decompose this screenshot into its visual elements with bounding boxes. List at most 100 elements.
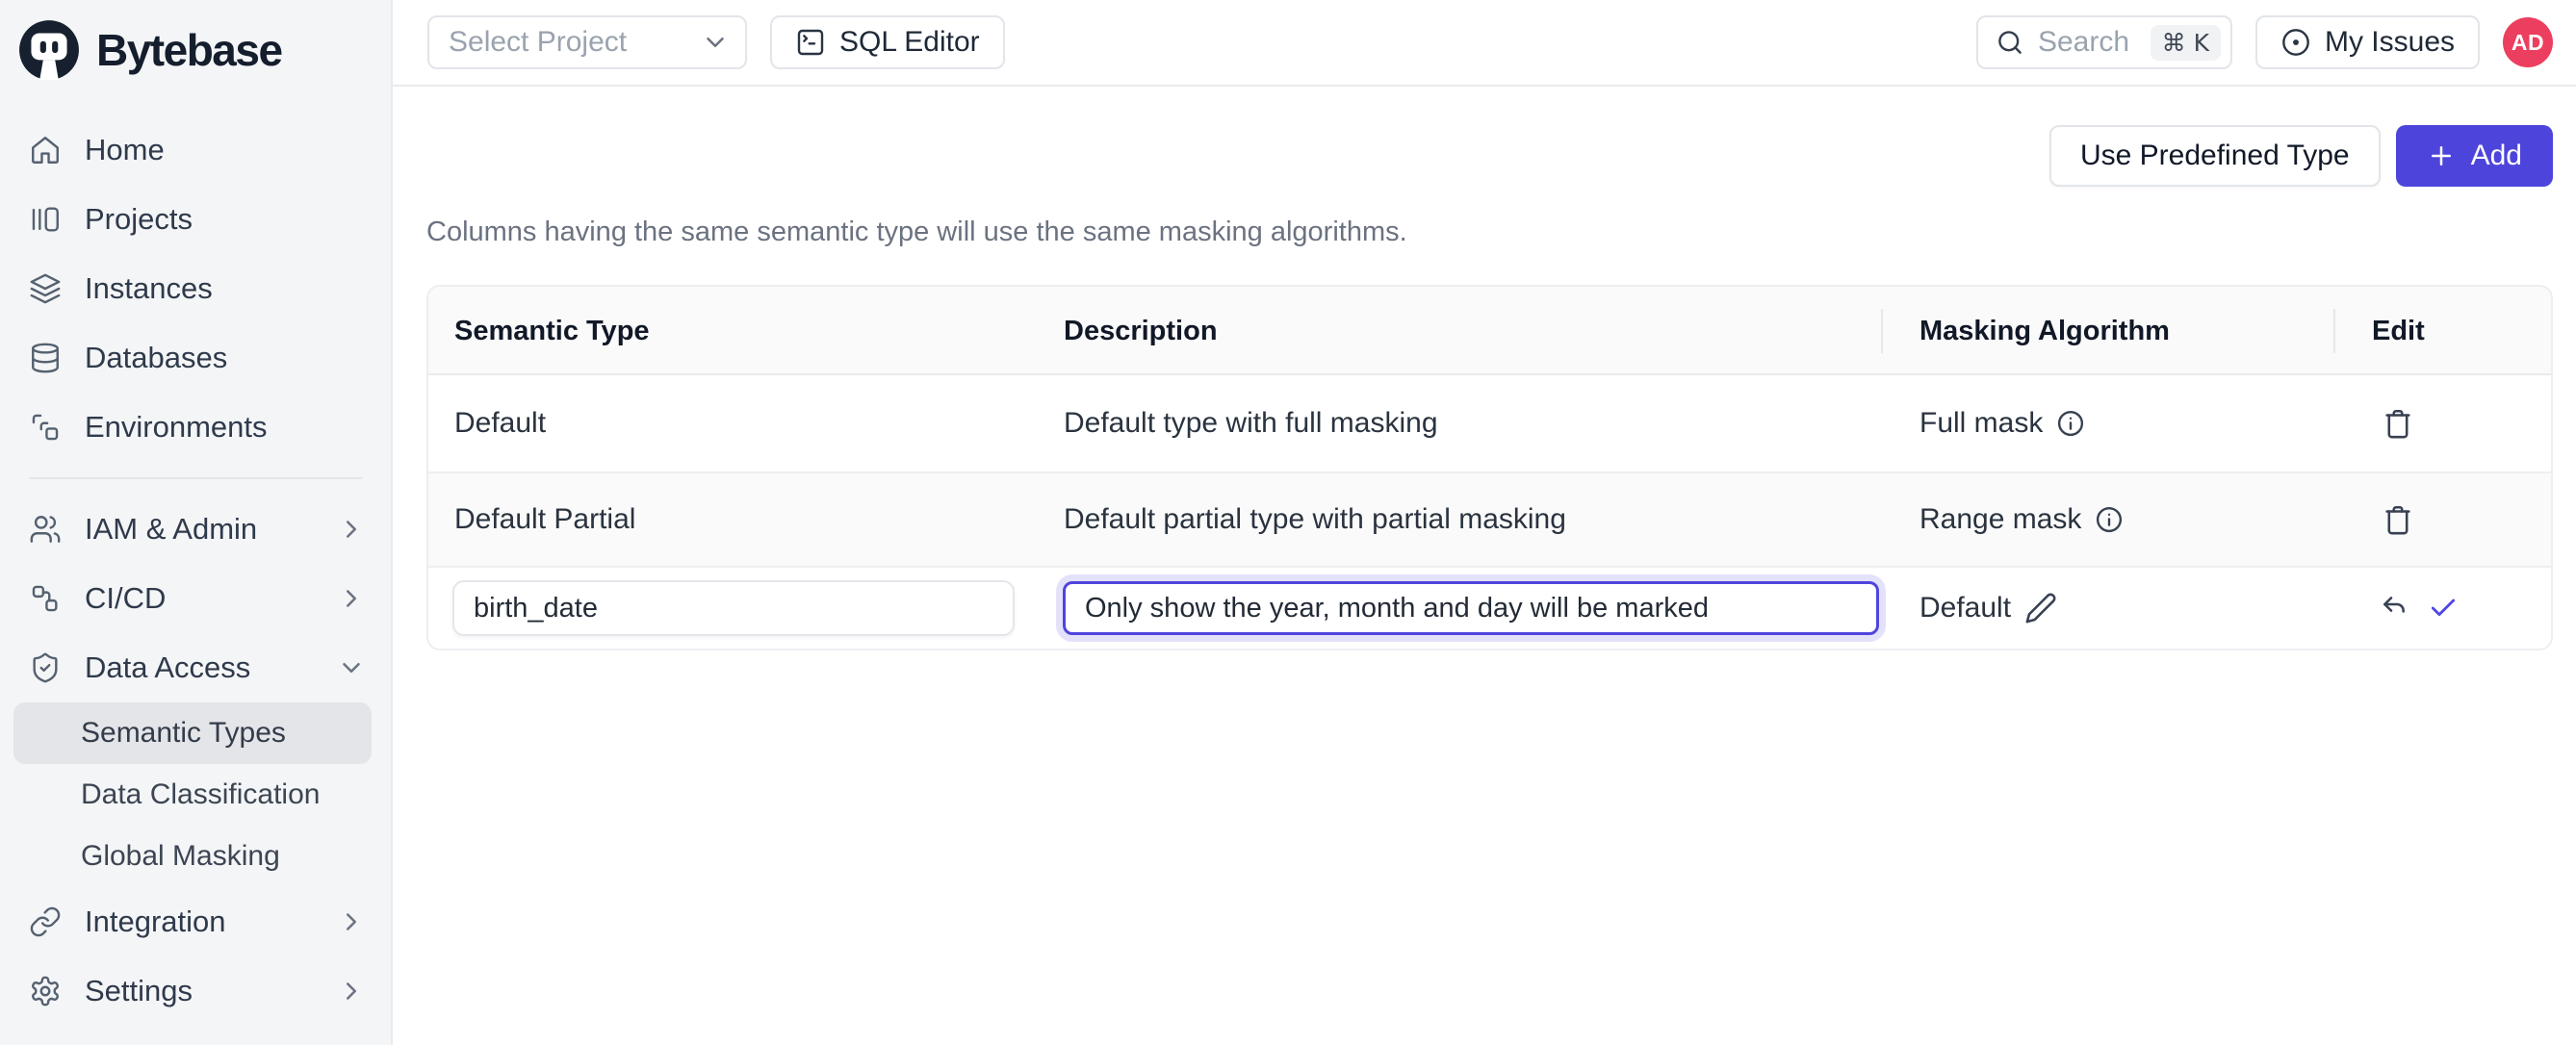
column-header-semantic-type: Semantic Type — [428, 287, 1038, 375]
sidebar-item-databases[interactable]: Databases — [0, 323, 391, 393]
table-row: Default Default type with full masking F… — [428, 375, 2551, 472]
column-header-masking-algorithm: Masking Algorithm — [1881, 287, 2333, 375]
link-icon — [29, 905, 62, 938]
main-area: Select Project SQL Editor Search ⌘ K My … — [393, 0, 2576, 1045]
avatar[interactable]: AD — [2503, 17, 2553, 67]
info-icon[interactable] — [2095, 505, 2124, 534]
avatar-initials: AD — [2512, 30, 2544, 56]
gear-icon — [29, 975, 62, 1007]
semantic-type-cell — [428, 580, 1038, 636]
topbar: Select Project SQL Editor Search ⌘ K My … — [393, 0, 2576, 87]
search-icon — [1996, 28, 2024, 57]
chevron-right-icon — [337, 515, 366, 544]
brand-logo[interactable]: Bytebase — [0, 13, 391, 87]
semantic-type-cell: Default — [428, 407, 1038, 440]
table-header-row: Semantic Type Description Masking Algori… — [428, 287, 2551, 375]
sql-editor-button[interactable]: SQL Editor — [770, 15, 1005, 69]
circle-dot-icon — [2280, 27, 2311, 58]
shield-check-icon — [29, 651, 62, 684]
confirm-button[interactable] — [2428, 593, 2459, 624]
chevron-right-icon — [337, 907, 366, 936]
sidebar: Bytebase Home Projects Instances Databas… — [0, 0, 393, 1045]
chevron-down-icon — [701, 28, 730, 57]
home-icon — [29, 134, 62, 166]
info-icon[interactable] — [2056, 409, 2085, 438]
plus-icon — [2427, 141, 2456, 170]
column-header-description: Description — [1038, 287, 1881, 375]
sidebar-item-label: CI/CD — [85, 581, 314, 616]
sql-editor-label: SQL Editor — [839, 26, 980, 59]
sidebar-subitem-label: Semantic Types — [81, 717, 286, 750]
edit-cell — [2333, 593, 2551, 624]
sidebar-item-global-masking[interactable]: Global Masking — [13, 826, 372, 887]
page-subtitle: Columns having the same semantic type wi… — [426, 216, 2553, 248]
sidebar-item-projects[interactable]: Projects — [0, 185, 391, 254]
description-cell — [1038, 581, 1881, 635]
sidebar-item-semantic-types[interactable]: Semantic Types — [13, 702, 372, 764]
project-select-dropdown[interactable]: Select Project — [427, 15, 747, 69]
masking-algorithm-cell: Full mask — [1881, 407, 2333, 440]
sidebar-item-cicd[interactable]: CI/CD — [0, 564, 391, 633]
sidebar-item-label: Projects — [85, 202, 366, 237]
masking-algorithm-cell: Range mask — [1881, 503, 2333, 536]
masking-algorithm-label: Range mask — [1919, 503, 2081, 536]
workflow-icon — [29, 582, 62, 615]
table-row: Default Partial Default partial type wit… — [428, 472, 2551, 566]
search-placeholder: Search — [2038, 26, 2137, 59]
chevron-right-icon — [337, 977, 366, 1006]
edit-cell — [2333, 503, 2551, 536]
undo-icon — [2380, 593, 2410, 624]
delete-button[interactable] — [2382, 503, 2414, 536]
environments-icon — [29, 411, 62, 444]
database-icon — [29, 342, 62, 374]
sidebar-item-data-classification[interactable]: Data Classification — [13, 764, 372, 826]
use-predefined-type-label: Use Predefined Type — [2080, 140, 2350, 172]
sidebar-item-label: Settings — [85, 974, 314, 1008]
sidebar-item-environments[interactable]: Environments — [0, 393, 391, 462]
sidebar-divider — [29, 477, 362, 479]
search-input[interactable]: Search ⌘ K — [1976, 15, 2232, 69]
project-select-placeholder: Select Project — [449, 26, 701, 59]
sidebar-subitem-label: Global Masking — [81, 840, 280, 873]
search-shortcut-badge: ⌘ K — [2151, 25, 2221, 61]
sidebar-item-label: Environments — [85, 410, 366, 445]
pencil-icon — [2024, 592, 2057, 624]
trash-icon — [2382, 503, 2414, 536]
edit-masking-algorithm-button[interactable] — [2024, 592, 2057, 624]
semantic-type-input[interactable] — [452, 580, 1015, 636]
trash-icon — [2382, 407, 2414, 440]
sidebar-item-iam-admin[interactable]: IAM & Admin — [0, 495, 391, 564]
description-cell: Default partial type with partial maskin… — [1038, 503, 1881, 536]
description-input[interactable] — [1063, 581, 1879, 635]
my-issues-button[interactable]: My Issues — [2255, 15, 2480, 69]
sidebar-item-label: Databases — [85, 341, 366, 375]
sidebar-item-label: Data Access — [85, 650, 314, 685]
sidebar-item-instances[interactable]: Instances — [0, 254, 391, 323]
column-header-edit: Edit — [2333, 287, 2551, 375]
app-window: Bytebase Home Projects Instances Databas… — [0, 0, 2576, 1045]
use-predefined-type-button[interactable]: Use Predefined Type — [2049, 125, 2381, 187]
sidebar-item-data-access[interactable]: Data Access — [0, 633, 391, 702]
sidebar-item-label: Instances — [85, 271, 366, 306]
my-issues-label: My Issues — [2325, 26, 2455, 59]
bytebase-logo-icon — [17, 18, 81, 82]
chevron-right-icon — [337, 584, 366, 613]
add-button-label: Add — [2471, 140, 2522, 172]
edit-cell — [2333, 407, 2551, 440]
page-actions: Use Predefined Type Add — [426, 125, 2553, 187]
sidebar-subitem-label: Data Classification — [81, 778, 320, 811]
masking-algorithm-label: Full mask — [1919, 407, 2043, 440]
sidebar-item-label: IAM & Admin — [85, 512, 314, 547]
sidebar-item-settings[interactable]: Settings — [0, 956, 391, 1026]
masking-algorithm-cell: Default — [1881, 592, 2333, 624]
layers-icon — [29, 272, 62, 305]
sidebar-item-integration[interactable]: Integration — [0, 887, 391, 956]
delete-button[interactable] — [2382, 407, 2414, 440]
add-button[interactable]: Add — [2396, 125, 2553, 187]
sidebar-item-label: Home — [85, 133, 366, 167]
projects-icon — [29, 203, 62, 236]
sidebar-item-home[interactable]: Home — [0, 115, 391, 185]
terminal-square-icon — [795, 27, 826, 58]
description-cell: Default type with full masking — [1038, 407, 1881, 440]
undo-button[interactable] — [2380, 593, 2410, 624]
